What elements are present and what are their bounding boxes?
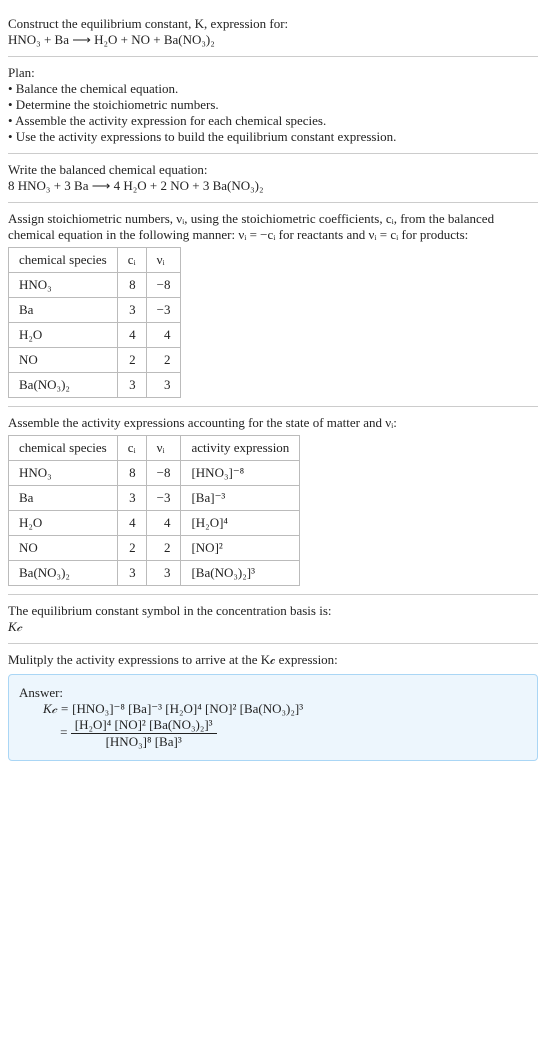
symbol-section: The equilibrium constant symbol in the c… bbox=[8, 595, 538, 644]
table-row: chemical species cᵢ νᵢ activity expressi… bbox=[9, 436, 300, 461]
cell: 8 bbox=[117, 273, 146, 298]
cell: Ba bbox=[9, 486, 118, 511]
cell: NO bbox=[9, 348, 118, 373]
plan-heading: Plan: bbox=[8, 65, 538, 81]
cell: 4 bbox=[117, 323, 146, 348]
cell: Ba(NO₃)₂ bbox=[9, 561, 118, 586]
col-header: cᵢ bbox=[117, 248, 146, 273]
cell: 2 bbox=[146, 348, 181, 373]
table-row: NO 2 2 bbox=[9, 348, 181, 373]
cell: HNO₃ bbox=[9, 273, 118, 298]
cell: HNO₃ bbox=[9, 461, 118, 486]
cell: [NO]² bbox=[181, 536, 300, 561]
cell: 3 bbox=[117, 373, 146, 398]
activity-text: Assemble the activity expressions accoun… bbox=[8, 415, 538, 431]
cell: −3 bbox=[146, 486, 181, 511]
cell: 2 bbox=[146, 536, 181, 561]
stoich-text: Assign stoichiometric numbers, νᵢ, using… bbox=[8, 211, 538, 243]
balanced-equation: 8 HNO₃ + 3 Ba ⟶ 4 H₂O + 2 NO + 3 Ba(NO₃)… bbox=[8, 178, 538, 194]
col-header: cᵢ bbox=[117, 436, 146, 461]
answer-equals: = bbox=[60, 724, 71, 739]
table-row: H₂O 4 4 [H₂O]⁴ bbox=[9, 511, 300, 536]
col-header: νᵢ bbox=[146, 436, 181, 461]
fraction-numerator: [H₂O]⁴ [NO]² [Ba(NO₃)₂]³ bbox=[71, 717, 217, 734]
plan-item: • Balance the chemical equation. bbox=[8, 81, 538, 97]
cell: 3 bbox=[117, 561, 146, 586]
intro-line1: Construct the equilibrium constant, K, e… bbox=[8, 16, 538, 32]
table-row: Ba 3 −3 [Ba]⁻³ bbox=[9, 486, 300, 511]
cell: [Ba(NO₃)₂]³ bbox=[181, 561, 300, 586]
cell: 2 bbox=[117, 348, 146, 373]
cell: 3 bbox=[146, 561, 181, 586]
cell: [H₂O]⁴ bbox=[181, 511, 300, 536]
plan-section: Plan: • Balance the chemical equation. •… bbox=[8, 57, 538, 154]
cell: Ba bbox=[9, 298, 118, 323]
table-row: chemical species cᵢ νᵢ bbox=[9, 248, 181, 273]
table-row: Ba 3 −3 bbox=[9, 298, 181, 323]
cell: 4 bbox=[117, 511, 146, 536]
intro-text: Construct the equilibrium constant, K, e… bbox=[8, 16, 288, 31]
table-row: HNO₃ 8 −8 bbox=[9, 273, 181, 298]
intro-section: Construct the equilibrium constant, K, e… bbox=[8, 8, 538, 57]
cell: Ba(NO₃)₂ bbox=[9, 373, 118, 398]
cell: 3 bbox=[117, 298, 146, 323]
cell: 8 bbox=[117, 461, 146, 486]
col-header: activity expression bbox=[181, 436, 300, 461]
cell: 2 bbox=[117, 536, 146, 561]
cell: 4 bbox=[146, 323, 181, 348]
cell: 3 bbox=[117, 486, 146, 511]
cell: [HNO₃]⁻⁸ bbox=[181, 461, 300, 486]
answer-expression: K𝒸 = [HNO₃]⁻⁸ [Ba]⁻³ [H₂O]⁴ [NO]² [Ba(NO… bbox=[43, 701, 527, 717]
answer-product: [HNO₃]⁻⁸ [Ba]⁻³ [H₂O]⁴ [NO]² [Ba(NO₃)₂]³ bbox=[72, 701, 303, 716]
stoich-table: chemical species cᵢ νᵢ HNO₃ 8 −8 Ba 3 −3… bbox=[8, 247, 181, 398]
activity-section: Assemble the activity expressions accoun… bbox=[8, 407, 538, 595]
fraction-denominator: [HNO₃]⁸ [Ba]³ bbox=[71, 734, 217, 750]
table-row: HNO₃ 8 −8 [HNO₃]⁻⁸ bbox=[9, 461, 300, 486]
cell: [Ba]⁻³ bbox=[181, 486, 300, 511]
cell: 4 bbox=[146, 511, 181, 536]
cell: −8 bbox=[146, 461, 181, 486]
table-row: H₂O 4 4 bbox=[9, 323, 181, 348]
multiply-section: Mulitply the activity expressions to arr… bbox=[8, 644, 538, 769]
col-header: chemical species bbox=[9, 248, 118, 273]
intro-equation: HNO₃ + Ba ⟶ H₂O + NO + Ba(NO₃)₂ bbox=[8, 32, 538, 48]
cell: H₂O bbox=[9, 511, 118, 536]
answer-box: Answer: K𝒸 = [HNO₃]⁻⁸ [Ba]⁻³ [H₂O]⁴ [NO]… bbox=[8, 674, 538, 761]
cell: −3 bbox=[146, 298, 181, 323]
stoich-section: Assign stoichiometric numbers, νᵢ, using… bbox=[8, 203, 538, 407]
plan-item: • Assemble the activity expression for e… bbox=[8, 113, 538, 129]
table-row: NO 2 2 [NO]² bbox=[9, 536, 300, 561]
answer-fraction: [H₂O]⁴ [NO]² [Ba(NO₃)₂]³ [HNO₃]⁸ [Ba]³ bbox=[71, 717, 217, 750]
col-header: chemical species bbox=[9, 436, 118, 461]
cell: NO bbox=[9, 536, 118, 561]
table-row: Ba(NO₃)₂ 3 3 [Ba(NO₃)₂]³ bbox=[9, 561, 300, 586]
symbol-value: K𝒸 bbox=[8, 619, 538, 635]
activity-table: chemical species cᵢ νᵢ activity expressi… bbox=[8, 435, 300, 586]
col-header: νᵢ bbox=[146, 248, 181, 273]
answer-fraction-line: K𝒸 = [H₂O]⁴ [NO]² [Ba(NO₃)₂]³ [HNO₃]⁸ [B… bbox=[43, 717, 527, 750]
cell: H₂O bbox=[9, 323, 118, 348]
symbol-text: The equilibrium constant symbol in the c… bbox=[8, 603, 538, 619]
balanced-heading: Write the balanced chemical equation: bbox=[8, 162, 538, 178]
cell: 3 bbox=[146, 373, 181, 398]
plan-item: • Use the activity expressions to build … bbox=[8, 129, 538, 145]
plan-item: • Determine the stoichiometric numbers. bbox=[8, 97, 538, 113]
answer-kc: K𝒸 = bbox=[43, 701, 72, 716]
multiply-text: Mulitply the activity expressions to arr… bbox=[8, 652, 538, 668]
balanced-section: Write the balanced chemical equation: 8 … bbox=[8, 154, 538, 203]
table-row: Ba(NO₃)₂ 3 3 bbox=[9, 373, 181, 398]
answer-heading: Answer: bbox=[19, 685, 527, 701]
cell: −8 bbox=[146, 273, 181, 298]
